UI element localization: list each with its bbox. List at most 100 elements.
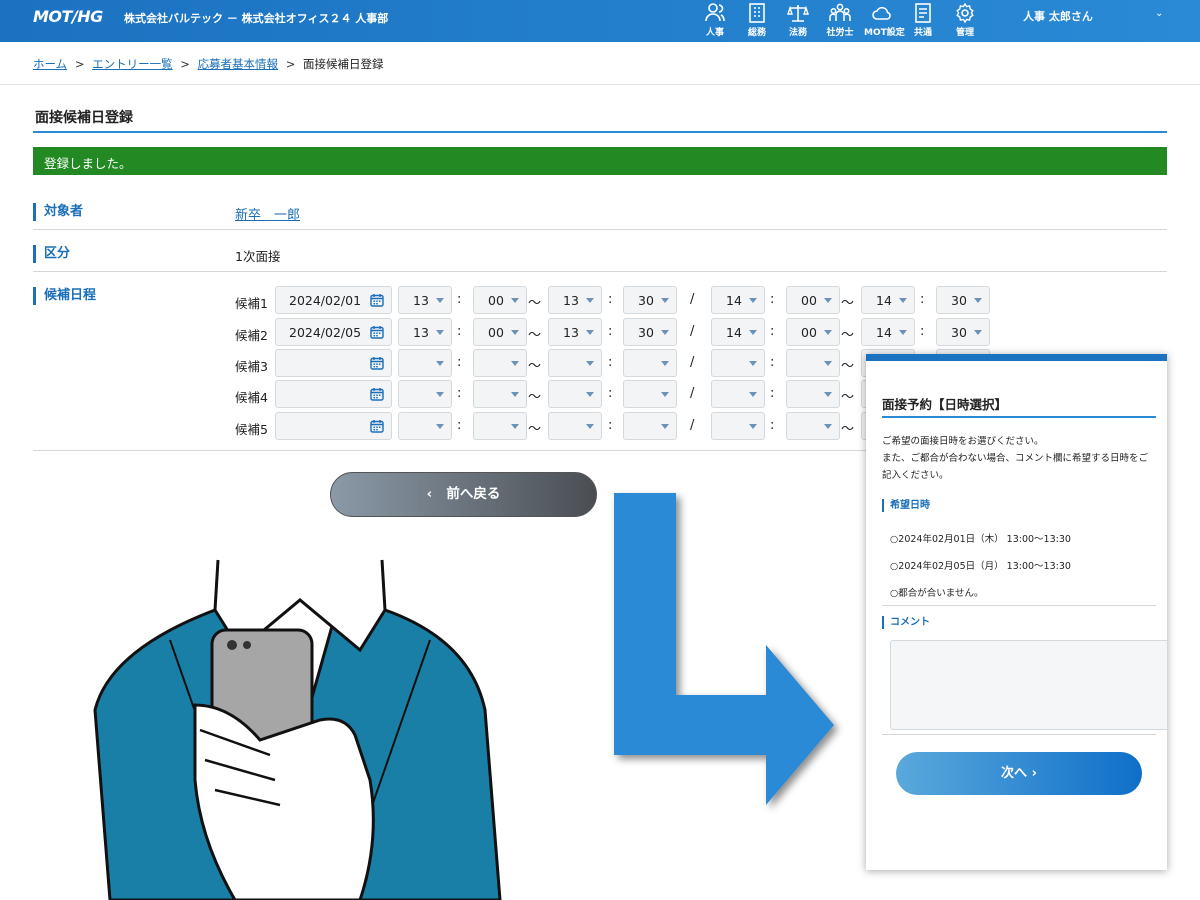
divider <box>0 84 1200 85</box>
minute-select[interactable]: 30 <box>936 318 990 346</box>
caret-down-icon <box>749 392 757 397</box>
minute-select[interactable] <box>473 380 527 408</box>
minute-select[interactable] <box>623 380 677 408</box>
hour-select[interactable] <box>711 412 765 440</box>
hour-select[interactable]: 13 <box>548 318 602 346</box>
minute-select[interactable]: 30 <box>936 286 990 314</box>
hour-select[interactable]: 14 <box>711 318 765 346</box>
breadcrumb-applicant[interactable]: 応募者基本情報 <box>198 57 279 71</box>
caret-down-icon <box>436 298 444 303</box>
nav-sharoushi[interactable]: 社労士 <box>822 2 858 38</box>
hour-select[interactable] <box>711 380 765 408</box>
slash-separator: / <box>690 386 695 401</box>
minute-select[interactable] <box>623 349 677 377</box>
hour-select[interactable] <box>398 380 452 408</box>
calendar-icon[interactable] <box>370 325 384 339</box>
nav-label: 共通 <box>913 28 932 38</box>
colon-separator: : <box>457 324 462 339</box>
hour-select[interactable] <box>548 349 602 377</box>
range-separator: 〜 <box>528 296 542 311</box>
nav-legal[interactable]: 法務 <box>780 2 816 38</box>
range-separator: 〜 <box>841 390 855 405</box>
next-button[interactable]: 次へ › <box>896 752 1142 795</box>
back-button[interactable]: ‹ 前へ戻る <box>330 472 597 517</box>
hour-select[interactable] <box>548 380 602 408</box>
chevron-down-icon[interactable]: ⌄ <box>1155 8 1163 19</box>
colon-separator: : <box>608 386 613 401</box>
date-input[interactable] <box>275 380 392 408</box>
radio-option-1[interactable]: ○2024年02月01日（木） 13:00〜13:30 <box>890 531 1071 545</box>
modal-description-text: ご希望の面接日時をお選びください。 また、ご都合が合わない場合、コメント欄に希望… <box>882 436 1149 481</box>
hour-select[interactable]: 13 <box>398 318 452 346</box>
comment-textarea[interactable] <box>890 640 1167 730</box>
comment-label: コメント <box>882 616 930 629</box>
caret-down-icon <box>511 330 519 335</box>
nav-label: 管理 <box>955 28 974 38</box>
nav-hr[interactable]: 人事 <box>697 2 733 38</box>
gear-icon <box>956 2 974 24</box>
date-value: 2024/02/01 <box>289 293 362 308</box>
nav-mot-settings[interactable]: MOT設定 <box>864 2 905 38</box>
category-label: 区分 <box>33 245 70 263</box>
candidate-label: 候補4 <box>235 390 268 405</box>
select-value: 00 <box>488 325 504 340</box>
app-logo[interactable]: MOT/HG <box>33 7 103 26</box>
hour-select[interactable] <box>548 412 602 440</box>
colon-separator: : <box>770 324 775 339</box>
colon-separator: : <box>920 292 925 307</box>
breadcrumb-entry-list[interactable]: エントリー一覧 <box>92 57 173 71</box>
caret-down-icon <box>824 330 832 335</box>
back-button-label: 前へ戻る <box>446 486 501 502</box>
minute-select[interactable] <box>473 349 527 377</box>
divider <box>33 271 1167 272</box>
minute-select[interactable]: 30 <box>623 318 677 346</box>
caret-down-icon <box>749 361 757 366</box>
minute-select[interactable]: 00 <box>786 318 840 346</box>
calendar-icon[interactable] <box>370 419 384 433</box>
hour-select[interactable]: 13 <box>398 286 452 314</box>
applicant-link[interactable]: 新卒 一郎 <box>235 204 300 223</box>
page-title: 面接候補日登録 <box>35 110 133 126</box>
modal-title-underline <box>882 416 1156 418</box>
calendar-icon[interactable] <box>370 387 384 401</box>
calendar-icon[interactable] <box>370 293 384 307</box>
hour-select[interactable] <box>711 349 765 377</box>
minute-select[interactable] <box>786 349 840 377</box>
hour-select[interactable]: 14 <box>861 286 915 314</box>
caret-down-icon <box>586 330 594 335</box>
minute-select[interactable]: 00 <box>786 286 840 314</box>
hour-select[interactable] <box>398 412 452 440</box>
nav-general[interactable]: 総務 <box>739 2 775 38</box>
nav-admin[interactable]: 管理 <box>947 2 983 38</box>
hour-select[interactable]: 14 <box>861 318 915 346</box>
hour-select[interactable]: 13 <box>548 286 602 314</box>
date-input[interactable]: 2024/02/05 <box>275 318 392 346</box>
hour-select[interactable] <box>398 349 452 377</box>
user-name[interactable]: 人事 太郎さん <box>1023 8 1093 24</box>
radio-option-2[interactable]: ○2024年02月05日（月） 13:00〜13:30 <box>890 558 1071 572</box>
caret-down-icon <box>824 392 832 397</box>
minute-select[interactable] <box>623 412 677 440</box>
caret-down-icon <box>661 298 669 303</box>
minute-select[interactable] <box>473 412 527 440</box>
hour-select[interactable]: 14 <box>711 286 765 314</box>
nav-label: 人事 <box>705 28 724 38</box>
radio-option-unavailable[interactable]: ○都合が合いません。 <box>890 585 984 599</box>
nav-common[interactable]: 共通 <box>905 2 941 38</box>
range-separator: 〜 <box>528 359 542 374</box>
minute-select[interactable]: 00 <box>473 286 527 314</box>
breadcrumb-home[interactable]: ホーム <box>33 57 67 71</box>
caret-down-icon <box>824 361 832 366</box>
minute-select[interactable] <box>786 412 840 440</box>
date-input[interactable]: 2024/02/01 <box>275 286 392 314</box>
colon-separator: : <box>770 292 775 307</box>
date-input[interactable] <box>275 412 392 440</box>
person-with-phone-illustration <box>93 559 502 900</box>
caret-down-icon <box>824 298 832 303</box>
caret-down-icon <box>436 330 444 335</box>
minute-select[interactable]: 00 <box>473 318 527 346</box>
calendar-icon[interactable] <box>370 356 384 370</box>
minute-select[interactable]: 30 <box>623 286 677 314</box>
date-input[interactable] <box>275 349 392 377</box>
minute-select[interactable] <box>786 380 840 408</box>
